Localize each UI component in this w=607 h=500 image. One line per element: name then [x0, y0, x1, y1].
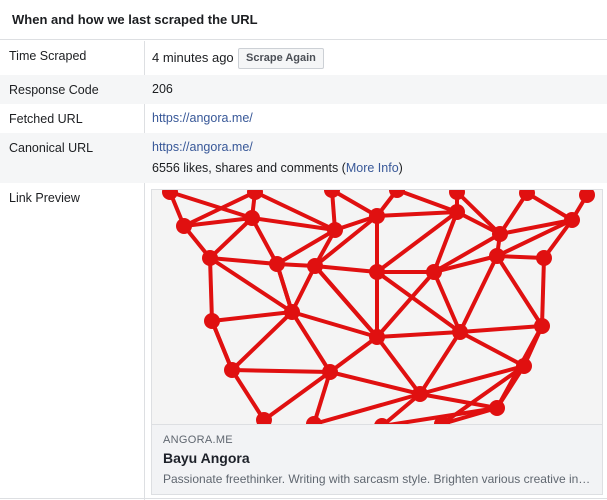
network-edge — [459, 324, 543, 334]
fetched-url-link[interactable]: https://angora.me/ — [152, 111, 253, 125]
network-edge — [495, 254, 544, 328]
network-edge — [208, 257, 214, 322]
engagement-text: 6556 likes, shares and comments (More In… — [152, 161, 403, 175]
network-edge — [314, 264, 378, 274]
network-node — [564, 212, 580, 228]
network-node — [369, 264, 385, 280]
network-edge — [230, 310, 294, 372]
network-edge — [459, 330, 525, 368]
preview-meta: ANGORA.ME Bayu Angora Passionate freethi… — [152, 424, 602, 494]
row-fetched-url: Fetched URL https://angora.me/ — [0, 104, 607, 133]
network-edge — [440, 364, 526, 424]
network-edge — [262, 370, 332, 422]
network-edge — [230, 368, 266, 422]
engagement-close: ) — [398, 161, 403, 175]
link-preview-card[interactable]: ANGORA.ME Bayu Angora Passionate freethi… — [151, 189, 603, 495]
network-node — [202, 250, 218, 266]
network-node — [244, 210, 260, 226]
network-edge — [231, 368, 331, 374]
network-node — [489, 248, 505, 264]
network-edge — [396, 190, 458, 214]
panel-header: When and how we last scraped the URL — [0, 0, 607, 40]
network-node — [327, 222, 343, 238]
network-edge — [375, 270, 436, 339]
preview-image — [152, 190, 602, 424]
bottom-divider — [0, 498, 607, 499]
network-edge — [419, 392, 498, 410]
network-node — [322, 364, 338, 380]
scrape-again-button[interactable]: Scrape Again — [238, 48, 324, 69]
network-edge — [540, 257, 546, 327]
network-node — [536, 250, 552, 266]
network-node — [176, 218, 192, 234]
network-node — [426, 264, 442, 280]
time-scraped-value: 4 minutes ago — [152, 50, 234, 65]
network-node — [369, 329, 385, 345]
network-edge — [433, 254, 498, 274]
network-node — [534, 318, 550, 334]
row-time-scraped: Time Scraped 4 minutes ago Scrape Again — [0, 41, 607, 75]
canonical-url-label: Canonical URL — [9, 141, 94, 155]
preview-description: Passionate freethinker. Writing with sar… — [163, 472, 593, 486]
row-canonical-url: Canonical URL https://angora.me/ 6556 li… — [0, 133, 607, 183]
canonical-url-link[interactable]: https://angora.me/ — [152, 140, 253, 154]
more-info-link[interactable]: More Info — [346, 161, 399, 175]
network-node — [224, 362, 240, 378]
network-edge — [376, 330, 461, 339]
network-node — [492, 226, 508, 242]
network-node — [307, 258, 323, 274]
network-node — [324, 190, 340, 198]
network-node — [284, 304, 300, 320]
network-node — [269, 256, 285, 272]
network-edge — [458, 255, 499, 333]
network-node — [162, 190, 178, 200]
network-node — [452, 324, 468, 340]
network-node — [204, 313, 220, 329]
network-node — [449, 204, 465, 220]
network-node — [247, 190, 263, 200]
link-preview-label: Link Preview — [9, 191, 80, 205]
fetched-url-label: Fetched URL — [9, 112, 83, 126]
network-node — [369, 208, 385, 224]
preview-domain: ANGORA.ME — [163, 434, 233, 446]
response-code-label: Response Code — [9, 83, 99, 97]
network-edge — [376, 210, 458, 218]
network-node — [306, 416, 322, 424]
network-edge — [328, 335, 379, 374]
panel-title: When and how we last scraped the URL — [12, 12, 258, 27]
network-node — [516, 358, 532, 374]
network-edge — [211, 310, 293, 323]
response-code-value: 206 — [152, 82, 173, 96]
network-node — [489, 400, 505, 416]
row-response-code: Response Code 206 — [0, 75, 607, 104]
preview-title: Bayu Angora — [163, 450, 250, 466]
engagement-count: 6556 likes, shares and comments ( — [152, 161, 346, 175]
network-graphic — [162, 190, 595, 424]
network-node — [412, 386, 428, 402]
time-scraped-label: Time Scraped — [9, 49, 87, 63]
